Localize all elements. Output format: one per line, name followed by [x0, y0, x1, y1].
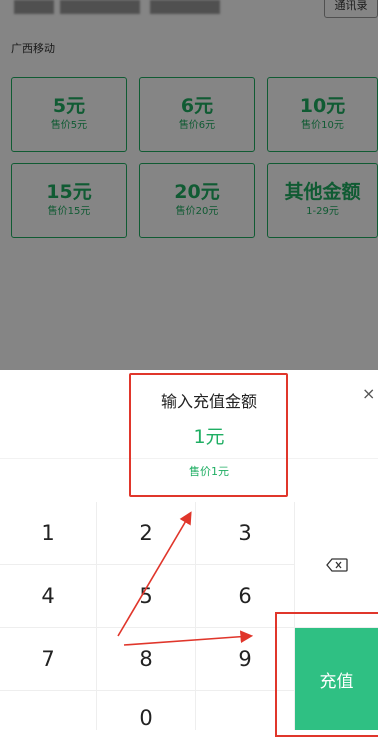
key-8[interactable]: 8 [97, 628, 196, 691]
key-5[interactable]: 5 [97, 565, 196, 628]
key-0[interactable]: 0 [97, 691, 196, 730]
backspace-icon [325, 557, 348, 572]
backspace-key[interactable] [295, 502, 378, 628]
key-blank [0, 691, 97, 730]
modal-overlay[interactable] [0, 0, 378, 370]
annotation-box [275, 612, 378, 737]
key-4[interactable]: 4 [0, 565, 97, 628]
key-1[interactable]: 1 [0, 502, 97, 565]
close-icon[interactable]: × [362, 384, 376, 404]
key-2[interactable]: 2 [97, 502, 196, 565]
annotation-box [129, 373, 288, 497]
key-3[interactable]: 3 [196, 502, 295, 565]
key-7[interactable]: 7 [0, 628, 97, 691]
